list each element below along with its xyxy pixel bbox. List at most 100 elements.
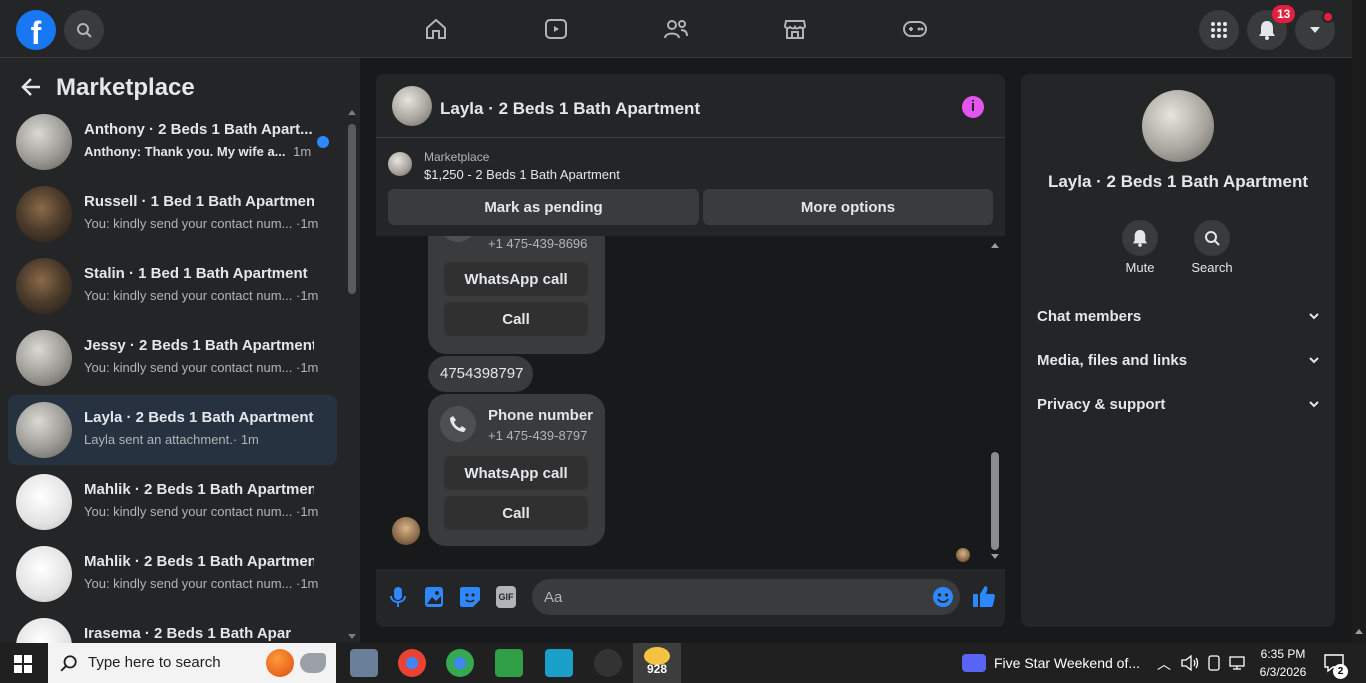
voice-clip-button[interactable] — [388, 586, 408, 613]
conversation-item-active[interactable]: Layla · 2 Beds 1 Bath Apartment Layla se… — [8, 395, 337, 465]
page-scrollbar[interactable] — [1352, 0, 1366, 643]
message-input[interactable] — [532, 579, 960, 615]
mark-as-pending-button[interactable]: Mark as pending — [388, 189, 699, 225]
section-label: Media, files and links — [1037, 351, 1188, 369]
conversation-name: Mahlik · 2 Beds 1 Bath Apartment — [84, 553, 314, 570]
start-button[interactable] — [14, 655, 32, 678]
gaming-nav-button[interactable] — [900, 14, 930, 44]
phone-icon-circle — [440, 236, 476, 242]
app-ix-icon[interactable] — [594, 649, 622, 677]
sticker-button[interactable] — [459, 586, 481, 613]
clock-time[interactable]: 6:35 PM — [1258, 647, 1308, 661]
listing-thumbnail — [16, 546, 72, 602]
privacy-support-section[interactable]: Privacy & support — [1037, 389, 1319, 419]
sender-avatar[interactable] — [392, 517, 420, 545]
device-icon[interactable] — [1207, 655, 1221, 671]
taskbar-search-box[interactable]: Type here to search — [48, 643, 336, 683]
listing-thumbnail — [16, 114, 72, 170]
media-files-links-section[interactable]: Media, files and links — [1037, 345, 1319, 375]
message-bubble: 4754398797 — [428, 356, 533, 392]
phone-icon — [450, 416, 466, 432]
attach-photo-button[interactable] — [424, 586, 444, 613]
home-nav-button[interactable] — [421, 14, 451, 44]
message-composer: GIF — [376, 569, 1005, 627]
video-icon — [545, 19, 567, 39]
chat-title[interactable]: Layla · 2 Beds 1 Bath Apartment — [440, 99, 700, 119]
windows-taskbar: Type here to search 928 Five Star Weeken… — [0, 643, 1366, 683]
mute-label: Mute — [1125, 260, 1155, 275]
conversation-item[interactable]: Anthony · 2 Beds 1 Bath Apart... Anthony… — [8, 107, 337, 177]
show-hidden-icons-chevron-up-icon[interactable]: ︿ — [1157, 654, 1171, 674]
whatsapp-call-button[interactable]: WhatsApp call — [444, 262, 588, 296]
taskbar-app-icon[interactable] — [350, 649, 378, 677]
emoji-button[interactable] — [932, 586, 954, 613]
info-icon[interactable]: i — [962, 96, 984, 118]
more-options-button[interactable]: More options — [703, 189, 993, 225]
gif-button[interactable]: GIF — [496, 586, 516, 608]
message-thread[interactable]: +1 475-439-8696 WhatsApp call Call 47543… — [376, 236, 1005, 569]
conversation-item[interactable]: Mahlik · 2 Beds 1 Bath Apartment You: ki… — [8, 539, 337, 609]
phone-number-card: +1 475-439-8696 WhatsApp call Call — [428, 236, 605, 354]
back-button[interactable] — [20, 76, 42, 103]
conversation-item[interactable]: Irasema · 2 Beds 1 Bath Apar — [8, 611, 337, 643]
listing-thumbnail — [16, 402, 72, 458]
sticker-icon — [460, 587, 480, 607]
phone-number-card: Phone number +1 475-439-8797 WhatsApp ca… — [428, 394, 605, 546]
search-icon — [1205, 231, 1220, 246]
conversation-item[interactable]: Russell · 1 Bed 1 Bath Apartment You: ki… — [8, 179, 337, 249]
marketplace-nav-button[interactable] — [780, 14, 810, 44]
whistle-icon — [300, 653, 326, 673]
listing-mini-thumbnail[interactable] — [388, 152, 412, 176]
search-conversation-button[interactable] — [1194, 220, 1230, 256]
taskbar-search-placeholder: Type here to search — [88, 654, 221, 671]
conversation-name: Irasema · 2 Beds 1 Bath Apar — [84, 625, 292, 642]
chrome-profile-icon[interactable] — [446, 649, 474, 677]
taskbar-active-app[interactable]: 928 — [633, 643, 681, 683]
search-icon — [60, 655, 77, 672]
conversation-name: Layla · 2 Beds 1 Bath Apartment — [84, 409, 314, 426]
listing-title[interactable]: $1,250 - 2 Beds 1 Bath Apartment — [424, 167, 620, 182]
search-button[interactable] — [64, 10, 104, 50]
call-button[interactable]: Call — [444, 302, 588, 336]
chat-members-section[interactable]: Chat members — [1037, 301, 1319, 331]
phone-card-title: Phone number — [488, 407, 594, 424]
conversation-snippet: Anthony: Thank you. My wife a... 1m — [84, 144, 312, 159]
facebook-logo-icon[interactable]: f — [16, 10, 56, 50]
arrow-left-icon — [21, 78, 40, 96]
call-button[interactable]: Call — [444, 496, 588, 530]
chat-avatar[interactable] — [392, 86, 432, 126]
mute-button[interactable] — [1122, 220, 1158, 256]
conversation-snippet: You: kindly send your contact num... ·1m — [84, 288, 319, 303]
menu-button[interactable] — [1199, 10, 1239, 50]
friends-nav-button[interactable] — [661, 14, 691, 44]
conversation-sidebar: Marketplace Anthony · 2 Beds 1 Bath Apar… — [0, 58, 360, 643]
network-icon[interactable] — [1228, 655, 1246, 671]
listing-thumbnail — [16, 330, 72, 386]
search-label: Search — [1191, 260, 1233, 275]
grid-menu-icon — [1211, 22, 1227, 38]
chrome-icon[interactable] — [398, 649, 426, 677]
media-icon[interactable] — [962, 654, 986, 672]
conversation-item[interactable]: Jessy · 2 Beds 1 Bath Apartment You: kin… — [8, 323, 337, 393]
thumbs-up-icon — [973, 586, 995, 607]
clock-date[interactable]: 6/3/2026 — [1254, 665, 1312, 679]
speaker-icon[interactable] — [1181, 655, 1199, 671]
like-button[interactable] — [972, 584, 996, 613]
whatsapp-call-button[interactable]: WhatsApp call — [444, 456, 588, 490]
section-label: Privacy & support — [1037, 395, 1166, 413]
thread-scrollbar[interactable] — [988, 236, 1002, 569]
sidebar-scrollbar[interactable] — [345, 108, 359, 643]
app-s-icon[interactable] — [545, 649, 573, 677]
conversation-name: Russell · 1 Bed 1 Bath Apartment — [84, 193, 314, 210]
conversation-item[interactable]: Stalin · 1 Bed 1 Bath Apartment You: kin… — [8, 251, 337, 321]
conversation-snippet: Layla sent an attachment.· 1m — [84, 432, 259, 447]
sidebar-title: Marketplace — [56, 74, 195, 101]
listing-thumbnail — [16, 258, 72, 314]
media-title[interactable]: Five Star Weekend of... — [994, 655, 1140, 671]
conversation-item[interactable]: Mahlik · 2 Beds 1 Bath Apartment You: ki… — [8, 467, 337, 537]
spreadsheet-icon[interactable] — [495, 649, 523, 677]
conversation-snippet: You: kindly send your contact num... ·1m — [84, 216, 319, 231]
details-avatar[interactable] — [1142, 90, 1214, 162]
video-nav-button[interactable] — [541, 14, 571, 44]
notification-count-badge: 2 — [1333, 664, 1348, 679]
